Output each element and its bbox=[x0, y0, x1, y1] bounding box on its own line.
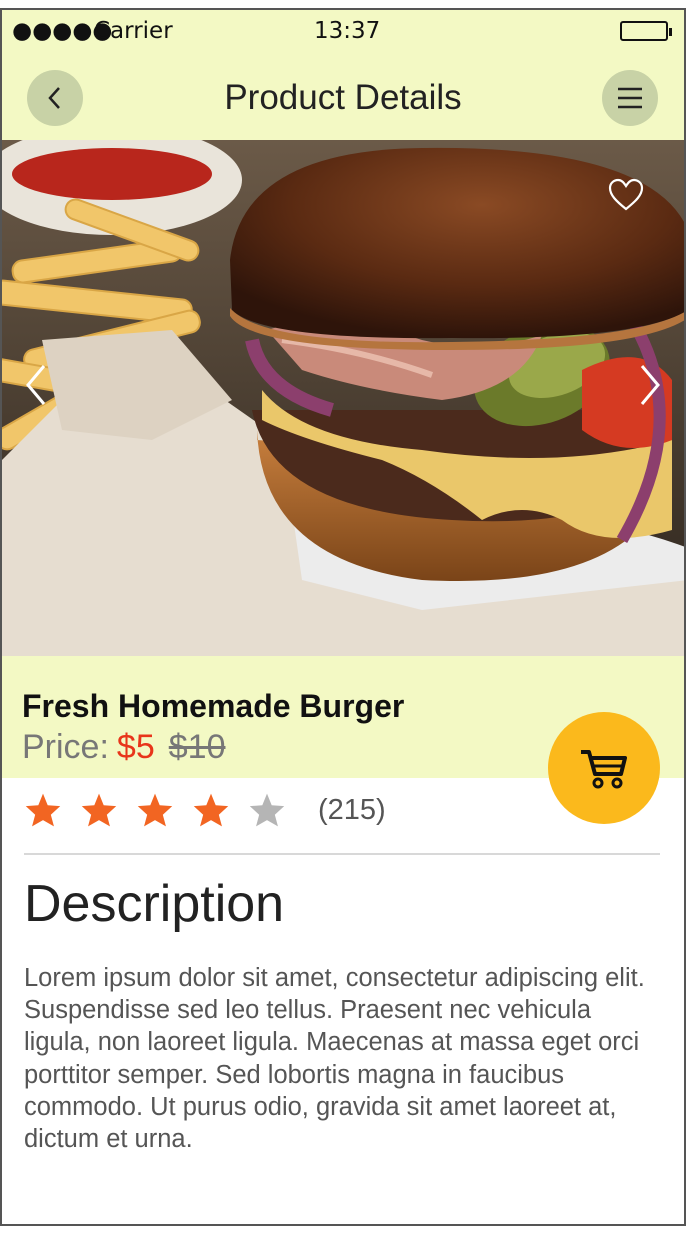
carousel-prev-button[interactable] bbox=[16, 355, 56, 415]
description-body: Lorem ipsum dolor sit amet, consectetur … bbox=[24, 964, 645, 1154]
star-icon[interactable] bbox=[136, 792, 174, 828]
page-title: Product Details bbox=[224, 78, 462, 117]
carousel-next-button[interactable] bbox=[630, 355, 670, 415]
add-to-cart-button[interactable] bbox=[548, 712, 660, 824]
rating-count: (215) bbox=[318, 793, 386, 826]
product-name: Fresh Homemade Burger bbox=[22, 688, 405, 724]
divider bbox=[24, 853, 660, 855]
chevron-right-icon bbox=[640, 365, 660, 405]
hamburger-menu-icon bbox=[618, 87, 642, 109]
product-image-carousel[interactable] bbox=[2, 140, 684, 656]
clock-time: 13:37 bbox=[314, 18, 381, 44]
burger-photo bbox=[2, 140, 684, 656]
price-original: $10 bbox=[168, 728, 226, 766]
star-icon[interactable] bbox=[80, 792, 118, 828]
navigation-bar: Product Details bbox=[2, 52, 684, 140]
star-icon[interactable] bbox=[248, 792, 286, 828]
shopping-cart-icon bbox=[581, 750, 627, 789]
heart-outline-icon[interactable] bbox=[608, 178, 644, 212]
star-icon[interactable] bbox=[24, 792, 62, 828]
status-bar: ●●●●● Carrier 13:37 bbox=[2, 10, 684, 52]
phone-frame: ●●●●● Carrier 13:37 Product Details Fres… bbox=[0, 8, 686, 1226]
carrier-label: Carrier bbox=[94, 18, 173, 44]
price-current: $5 bbox=[116, 728, 155, 766]
star-icon[interactable] bbox=[192, 792, 230, 828]
description-title: Description bbox=[24, 875, 285, 933]
rating-row: (215) bbox=[24, 790, 386, 830]
battery-full-icon bbox=[620, 21, 672, 41]
price-label: Price: bbox=[22, 728, 109, 766]
price-row: Price: $5 $10 bbox=[22, 728, 225, 767]
menu-button[interactable] bbox=[602, 70, 658, 126]
chevron-left-icon bbox=[26, 365, 46, 405]
